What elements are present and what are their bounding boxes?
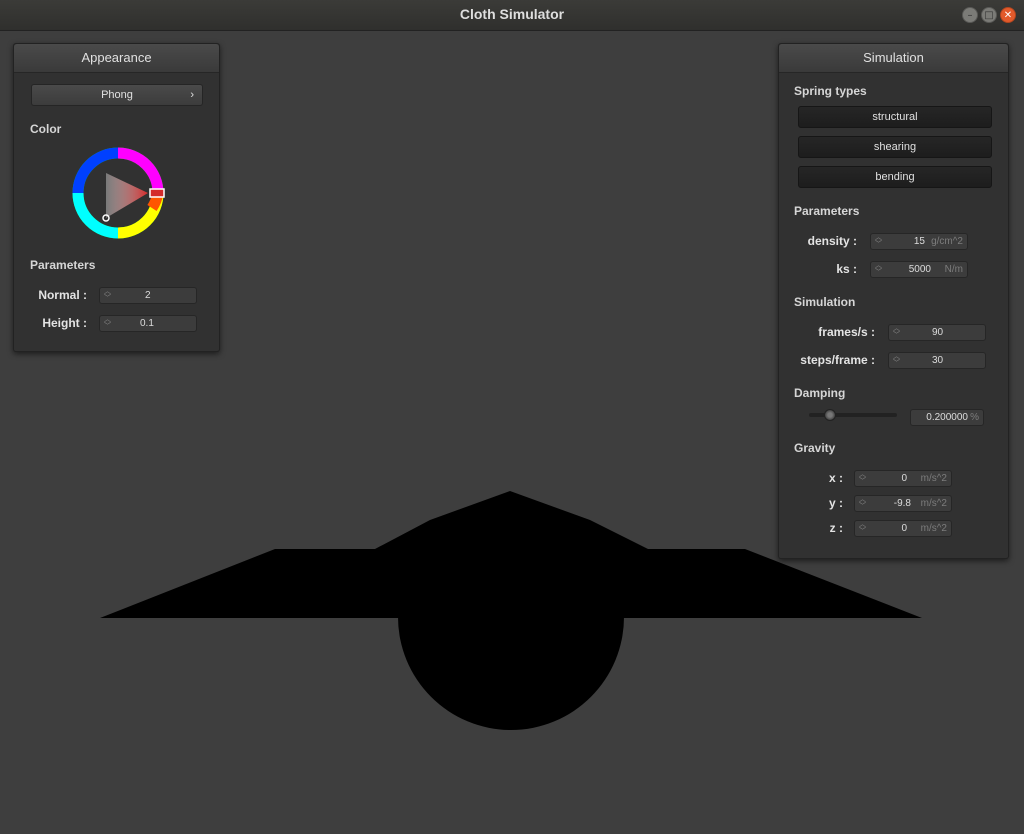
fps-label: frames/s :	[818, 325, 875, 339]
stepper-icon[interactable]: ︿ ﹀	[859, 521, 866, 535]
chevron-right-icon: ›	[190, 89, 194, 101]
structural-button[interactable]: structural	[798, 106, 992, 128]
close-icon[interactable]: ✕	[1000, 7, 1016, 23]
color-label: Color	[30, 122, 62, 136]
simulation-panel: Simulation Spring types structural shear…	[778, 43, 1009, 559]
ks-field[interactable]: ︿ ﹀ 5000 N/m	[870, 261, 968, 278]
hue-selector[interactable]	[149, 188, 165, 198]
stepper-icon[interactable]: ︿ ﹀	[893, 353, 900, 367]
sim-params-label: Parameters	[794, 204, 860, 218]
gravity-label: Gravity	[794, 441, 836, 455]
stepper-icon[interactable]: ︿ ﹀	[104, 316, 111, 330]
minimize-icon[interactable]: –	[962, 7, 978, 23]
shearing-button[interactable]: shearing	[798, 136, 992, 158]
color-wheel[interactable]	[72, 146, 172, 242]
sphere	[398, 504, 624, 730]
damping-field[interactable]: 0.200000 %	[910, 409, 984, 426]
title-bar: Cloth Simulator – □ ✕	[0, 0, 1024, 31]
appearance-header: Appearance	[14, 44, 219, 73]
damping-label: Damping	[794, 386, 846, 400]
shader-dropdown[interactable]: Phong ›	[31, 84, 203, 106]
maximize-icon[interactable]: □	[981, 7, 997, 23]
density-field[interactable]: ︿ ﹀ 15 g/cm^2	[870, 233, 968, 250]
simulation-header: Simulation	[779, 44, 1008, 73]
stepper-icon[interactable]: ︿ ﹀	[875, 262, 882, 276]
appearance-panel: Appearance Phong › Color Parameters Norm…	[13, 43, 220, 352]
height-field[interactable]: ︿ ﹀ 0.1	[99, 315, 197, 332]
slider-track	[809, 413, 897, 417]
stepper-icon[interactable]: ︿ ﹀	[104, 288, 111, 302]
normal-field[interactable]: ︿ ﹀ 2	[99, 287, 197, 304]
appearance-params-label: Parameters	[30, 258, 96, 272]
stepper-icon[interactable]: ︿ ﹀	[893, 325, 900, 339]
gravity-y-label: y :	[828, 496, 843, 510]
steps-label: steps/frame :	[800, 353, 875, 367]
slider-knob[interactable]	[824, 409, 836, 421]
stepper-icon[interactable]: ︿ ﹀	[875, 234, 882, 248]
stepper-icon[interactable]: ︿ ﹀	[859, 496, 866, 510]
gravity-z-field[interactable]: ︿ ﹀ 0 m/s^2	[854, 520, 952, 537]
steps-field[interactable]: ︿ ﹀ 30	[888, 352, 986, 369]
ks-label: ks :	[836, 262, 857, 276]
density-label: density :	[807, 234, 857, 248]
gravity-x-label: x :	[828, 471, 843, 485]
gravity-x-field[interactable]: ︿ ﹀ 0 m/s^2	[854, 470, 952, 487]
stepper-icon[interactable]: ︿ ﹀	[859, 471, 866, 485]
gravity-z-label: z :	[829, 521, 843, 535]
height-label: Height :	[42, 316, 87, 330]
window-title: Cloth Simulator	[459, 6, 565, 22]
damping-slider[interactable]	[809, 409, 897, 421]
bending-button[interactable]: bending	[798, 166, 992, 188]
fps-field[interactable]: ︿ ﹀ 90	[888, 324, 986, 341]
normal-label: Normal :	[38, 288, 87, 302]
shader-label: Phong	[101, 89, 133, 101]
gravity-y-field[interactable]: ︿ ﹀ -9.8 m/s^2	[854, 495, 952, 512]
simulation-section-label: Simulation	[794, 295, 856, 309]
spring-types-label: Spring types	[794, 84, 867, 98]
